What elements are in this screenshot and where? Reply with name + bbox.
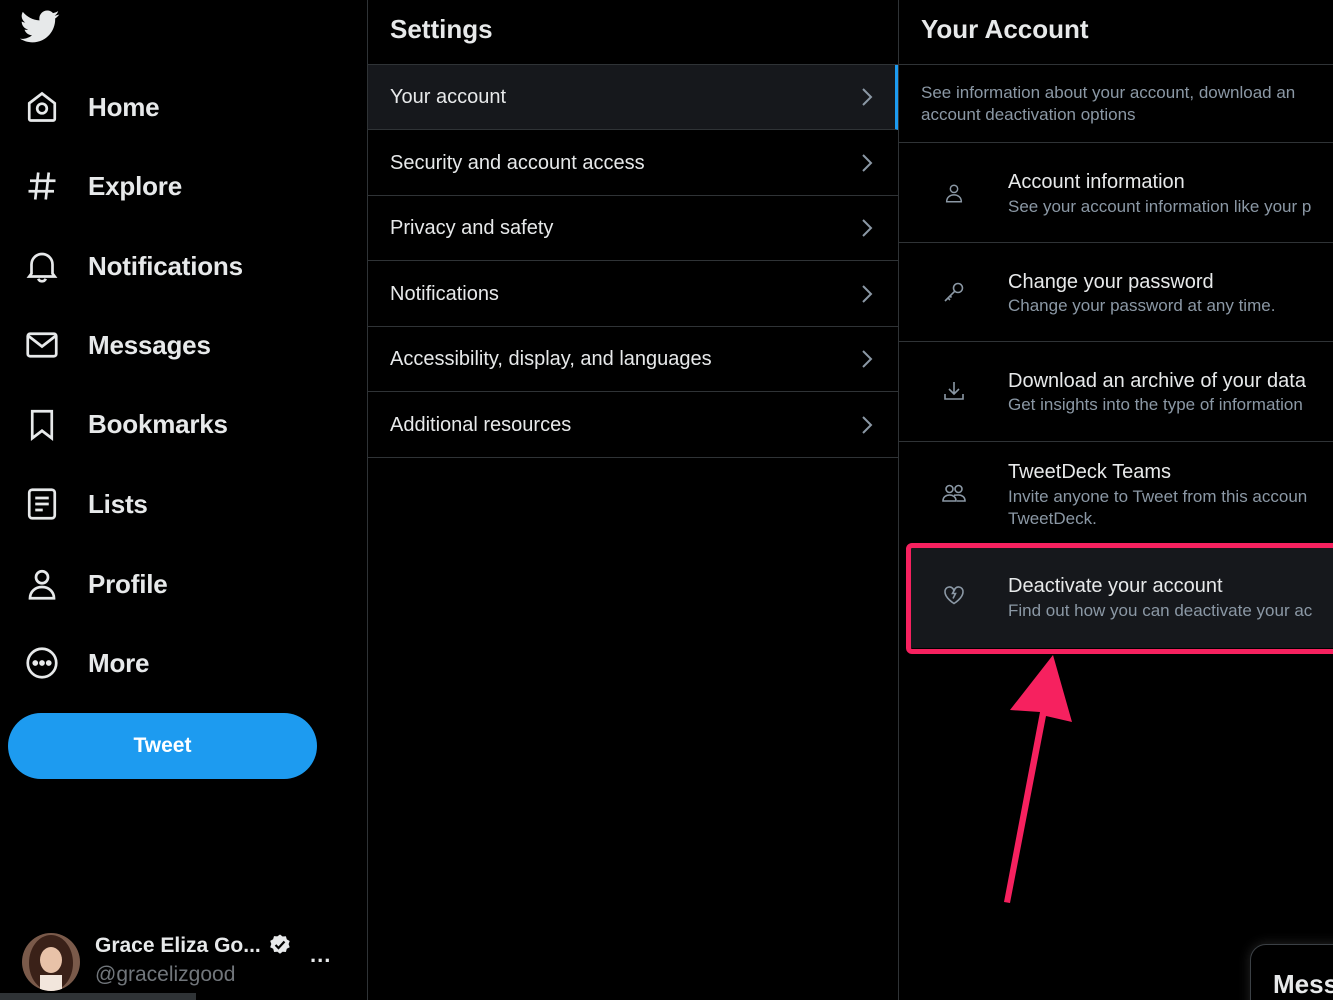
person-icon: [939, 178, 969, 208]
avatar: [22, 933, 80, 991]
verified-badge-icon: [268, 933, 292, 957]
account-more-icon[interactable]: ...: [310, 942, 331, 968]
settings-item-additional-resources[interactable]: Additional resources: [368, 393, 898, 458]
nav-item-more[interactable]: More: [22, 638, 150, 688]
chevron-right-icon: [862, 350, 873, 368]
settings-item-notifications[interactable]: Notifications: [368, 262, 898, 327]
account-item-download-archive[interactable]: Download an archive of your data Get ins…: [899, 342, 1333, 441]
settings-item-accessibility[interactable]: Accessibility, display, and languages: [368, 327, 898, 392]
tweet-button[interactable]: Tweet: [8, 713, 317, 779]
nav-label: Explore: [88, 170, 182, 201]
account-item-title: Change your password: [1008, 271, 1214, 293]
chevron-right-icon: [862, 88, 873, 106]
person-icon: [22, 564, 62, 604]
chevron-right-icon: [862, 416, 873, 434]
account-item-subtitle: See your account information like your p: [1008, 197, 1312, 216]
chevron-right-icon: [862, 285, 873, 303]
account-item-subtitle: Get insights into the type of informatio…: [1008, 395, 1303, 414]
chevron-right-icon: [862, 154, 873, 172]
twitter-bird-icon[interactable]: [20, 10, 64, 48]
messages-drawer[interactable]: Mess: [1250, 944, 1333, 1000]
user-handle: @gracelizgood: [95, 963, 236, 986]
download-icon: [939, 376, 969, 406]
list-icon: [22, 484, 62, 524]
settings-item-label: Accessibility, display, and languages: [390, 347, 712, 370]
settings-column: Settings Your account Security and accou…: [368, 0, 898, 1000]
nav-label: Profile: [88, 568, 168, 599]
settings-item-security[interactable]: Security and account access: [368, 131, 898, 196]
nav-item-bookmarks[interactable]: Bookmarks: [22, 399, 228, 449]
status-bar-strip: [0, 993, 196, 1000]
account-title: Your Account: [921, 14, 1089, 44]
nav-label: Messages: [88, 329, 211, 360]
account-item-title: TweetDeck Teams: [1008, 461, 1172, 483]
nav-label: Lists: [88, 488, 148, 519]
settings-title: Settings: [390, 14, 493, 44]
bookmark-icon: [22, 404, 62, 444]
description-line: account deactivation options: [921, 105, 1136, 124]
chevron-right-icon: [862, 219, 873, 237]
key-icon: [939, 277, 969, 307]
messages-drawer-label: Mess: [1273, 969, 1333, 999]
settings-item-label: Your account: [390, 85, 507, 108]
envelope-icon: [22, 325, 62, 365]
account-item-account-information[interactable]: Account information See your account inf…: [899, 143, 1333, 242]
account-item-subtitle: TweetDeck.: [1008, 509, 1097, 528]
settings-item-privacy[interactable]: Privacy and safety: [368, 196, 898, 261]
highlight-box: [906, 543, 1333, 654]
nav-item-home[interactable]: Home: [22, 82, 160, 132]
nav-item-profile[interactable]: Profile: [22, 559, 168, 609]
home-icon: [22, 87, 62, 127]
nav-label: Home: [88, 91, 160, 122]
settings-item-label: Notifications: [390, 282, 499, 305]
more-circle-icon: [22, 643, 62, 683]
settings-item-your-account[interactable]: Your account: [368, 65, 898, 130]
nav-label: Bookmarks: [88, 408, 228, 439]
divider: [899, 64, 1333, 65]
account-item-title: Download an archive of your data: [1008, 370, 1306, 392]
account-item-tweetdeck-teams[interactable]: TweetDeck Teams Invite anyone to Tweet f…: [899, 442, 1333, 541]
nav-item-notifications[interactable]: Notifications: [22, 241, 243, 291]
nav-label: More: [88, 647, 150, 678]
nav-label: Notifications: [88, 250, 243, 281]
account-item-change-password[interactable]: Change your password Change your passwor…: [899, 243, 1333, 341]
account-column: Your Account See information about your …: [899, 0, 1333, 1000]
user-display-name: Grace Eliza Go...: [95, 934, 261, 957]
nav-item-lists[interactable]: Lists: [22, 479, 148, 529]
primary-nav: Home Explore Notifications Messages Book…: [0, 0, 367, 1000]
description-line: See information about your account, down…: [921, 83, 1296, 102]
account-switcher[interactable]: Grace Eliza Go... @gracelizgood ...: [22, 930, 352, 992]
account-description: See information about your account, down…: [921, 82, 1333, 126]
account-item-subtitle: Invite anyone to Tweet from this accoun: [1008, 487, 1308, 506]
people-icon: [939, 479, 969, 509]
account-item-subtitle: Change your password at any time.: [1008, 296, 1276, 315]
settings-item-label: Security and account access: [390, 151, 645, 174]
account-item-title: Account information: [1008, 171, 1185, 193]
settings-item-label: Additional resources: [390, 413, 572, 436]
settings-item-label: Privacy and safety: [390, 216, 554, 239]
nav-item-messages[interactable]: Messages: [22, 320, 211, 370]
hashtag-icon: [22, 166, 62, 206]
bell-icon: [22, 246, 62, 286]
nav-item-explore[interactable]: Explore: [22, 161, 182, 211]
